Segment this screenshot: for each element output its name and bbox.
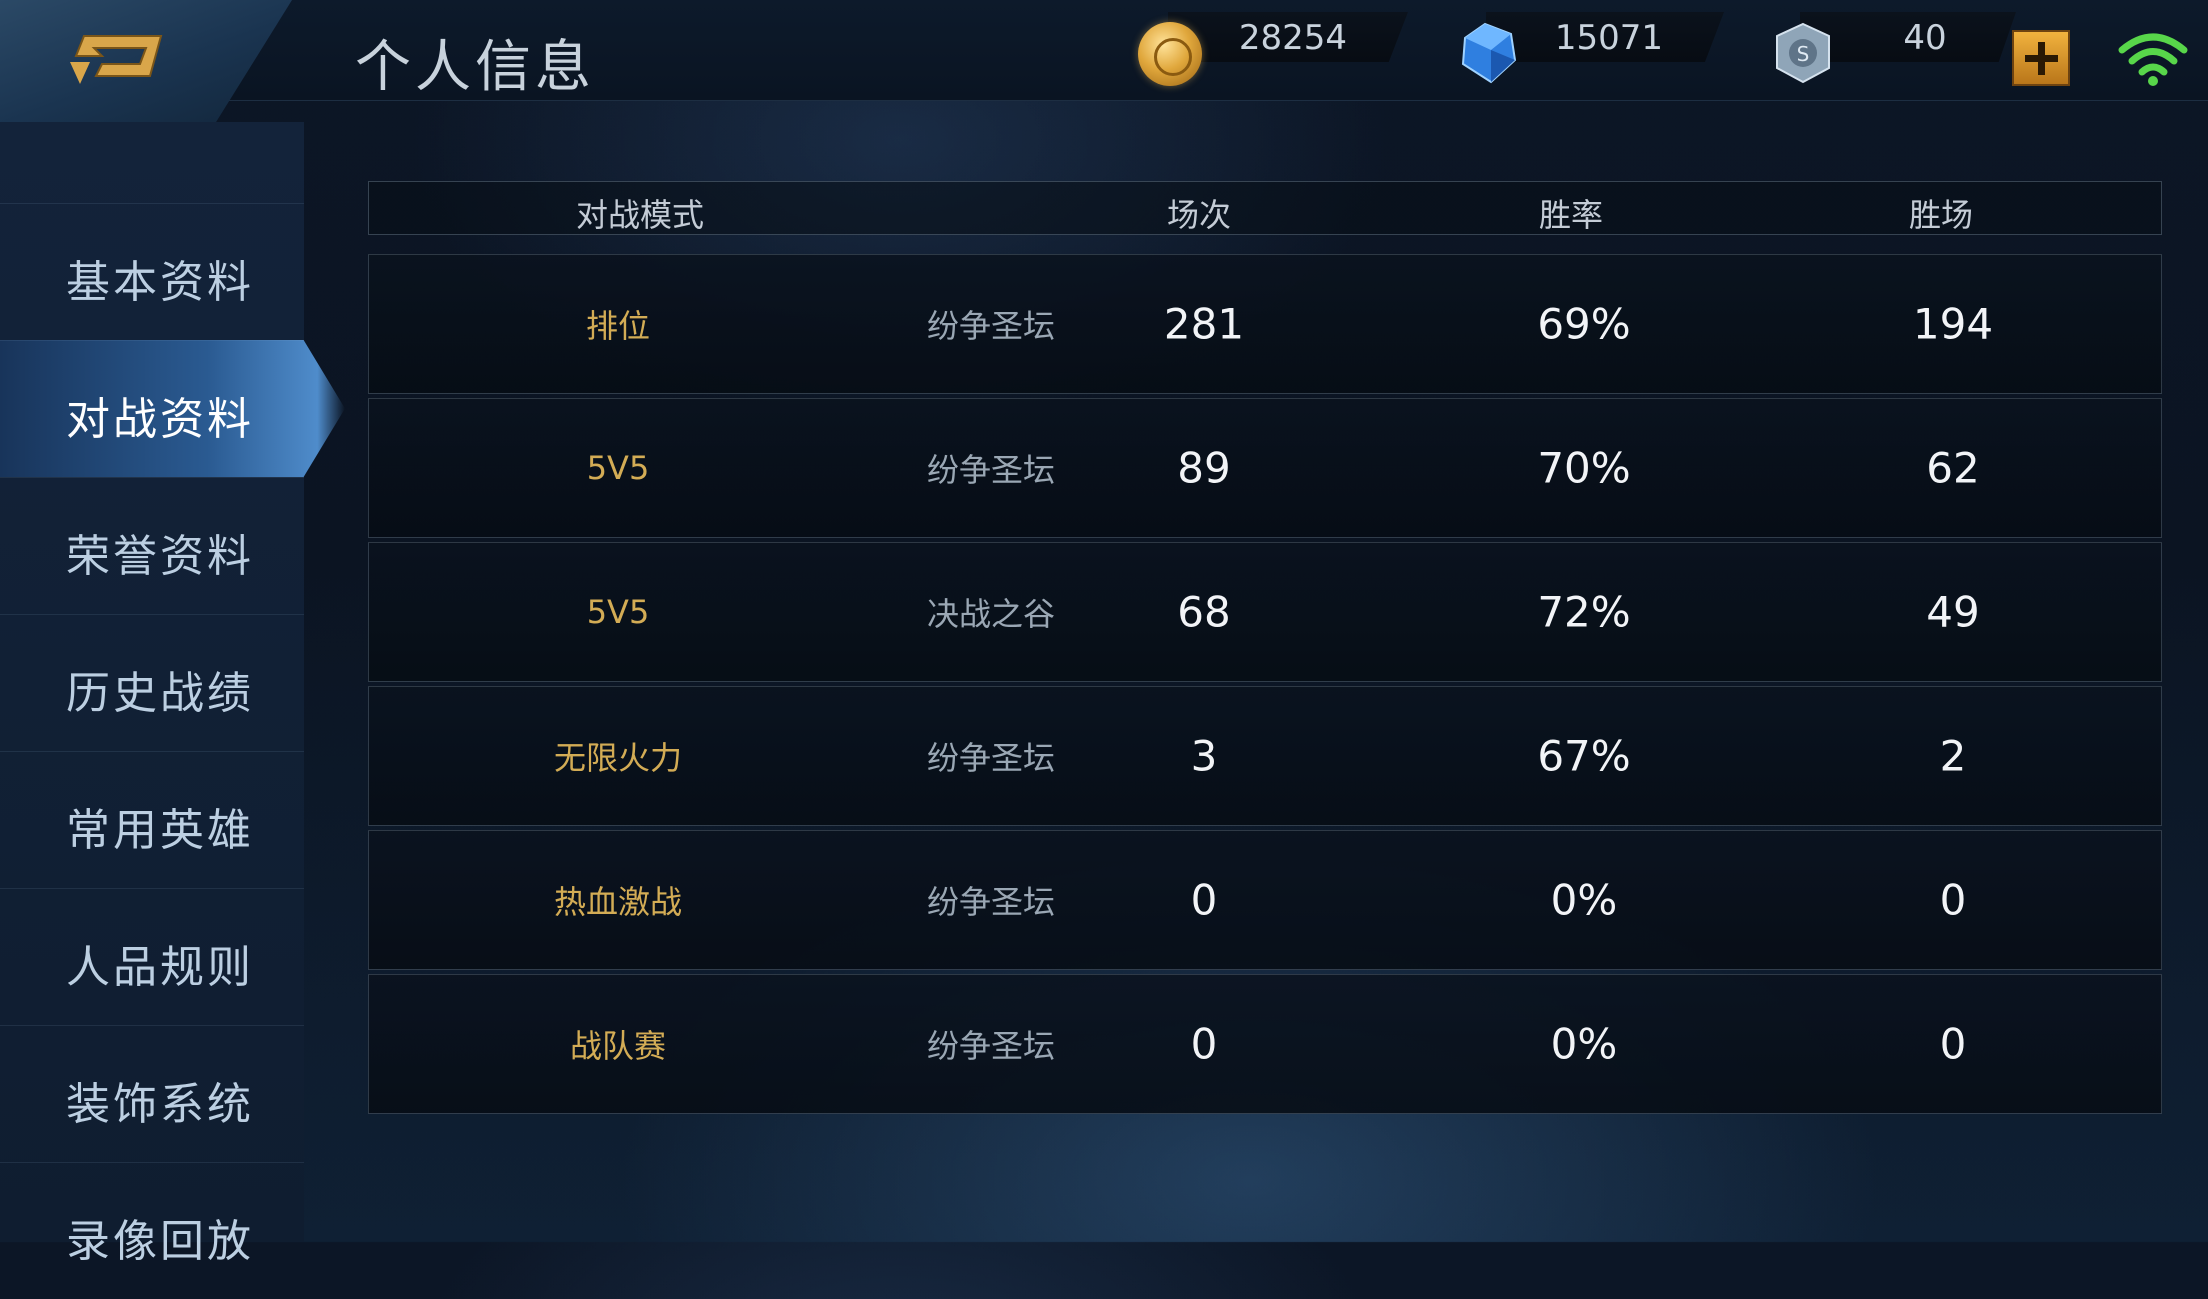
- header-matches: 场次: [1166, 196, 1232, 234]
- row-mode: 热血激战: [553, 883, 683, 921]
- header-wins: 胜场: [1908, 196, 1974, 234]
- row-map: 纷争圣坛: [926, 451, 1056, 489]
- row-mode: 排位: [585, 307, 651, 345]
- table-row: 排位 纷争圣坛 281 69% 194: [368, 254, 2162, 394]
- header-mode: 对战模式: [575, 196, 705, 234]
- row-mode: 5V5: [586, 449, 650, 487]
- svg-text:S: S: [1797, 42, 1810, 66]
- sidebar-item-common-heroes[interactable]: 常用英雄: [0, 751, 304, 888]
- table-header: 对战模式 场次 胜率 胜场: [368, 181, 2162, 235]
- table-row: 5V5 纷争圣坛 89 70% 62: [368, 398, 2162, 538]
- row-win-rate: 67%: [1537, 731, 1631, 781]
- row-win-rate: 72%: [1537, 587, 1631, 637]
- wifi-icon: [2118, 33, 2188, 86]
- sidebar-item-label: 常用英雄: [66, 805, 254, 856]
- gold-coin-icon: [1138, 22, 1202, 86]
- sidebar-item-label: 历史战绩: [66, 668, 254, 719]
- row-map: 决战之谷: [926, 595, 1056, 633]
- header-win-rate: 胜率: [1538, 196, 1604, 234]
- row-matches: 3: [1190, 731, 1218, 781]
- sidebar-item-label: 对战资料: [66, 394, 254, 445]
- coin-balance: 28254: [1238, 18, 1348, 58]
- sidebar-item-label: 人品规则: [66, 942, 254, 993]
- sidebar-item-credit-rules[interactable]: 人品规则: [0, 888, 304, 1025]
- sidebar-item-label: 荣誉资料: [66, 531, 254, 582]
- row-matches: 68: [1177, 587, 1231, 637]
- row-map: 纷争圣坛: [926, 1027, 1056, 1065]
- row-wins: 0: [1939, 875, 1967, 925]
- row-wins: 0: [1939, 1019, 1967, 1069]
- sidebar-item-label: 录像回放: [66, 1216, 254, 1267]
- row-win-rate: 0%: [1550, 875, 1618, 925]
- sidebar-item-decoration[interactable]: 装饰系统: [0, 1025, 304, 1162]
- silver-token-icon: S: [1776, 22, 1830, 84]
- diamond-icon: [1461, 22, 1517, 84]
- table-row: 无限火力 纷争圣坛 3 67% 2: [368, 686, 2162, 826]
- sidebar-item-history[interactable]: 历史战绩: [0, 614, 304, 751]
- row-win-rate: 69%: [1537, 299, 1631, 349]
- table-row: 热血激战 纷争圣坛 0 0% 0: [368, 830, 2162, 970]
- row-map: 纷争圣坛: [926, 739, 1056, 777]
- sidebar-item-honor-data[interactable]: 荣誉资料: [0, 477, 304, 614]
- row-matches: 0: [1190, 1019, 1218, 1069]
- table-row: 战队赛 纷争圣坛 0 0% 0: [368, 974, 2162, 1114]
- back-arrow-icon: [70, 35, 163, 84]
- row-matches: 281: [1163, 299, 1245, 349]
- row-mode: 战队赛: [569, 1027, 667, 1065]
- row-wins: 2: [1939, 731, 1967, 781]
- row-wins: 194: [1912, 299, 1994, 349]
- row-win-rate: 0%: [1550, 1019, 1618, 1069]
- add-currency-button[interactable]: [2012, 30, 2070, 86]
- page-title: 个人信息: [355, 35, 595, 100]
- row-mode: 无限火力: [553, 739, 683, 777]
- row-map: 纷争圣坛: [926, 883, 1056, 921]
- row-win-rate: 70%: [1537, 443, 1631, 493]
- sidebar-item-battle-data[interactable]: 对战资料: [0, 340, 345, 477]
- row-matches: 0: [1190, 875, 1218, 925]
- table-row: 5V5 决战之谷 68 72% 49: [368, 542, 2162, 682]
- row-wins: 62: [1926, 443, 1980, 493]
- diamond-balance: 15071: [1554, 18, 1664, 58]
- sidebar-item-replay[interactable]: 录像回放: [0, 1162, 304, 1299]
- sidebar-item-label: 基本资料: [66, 257, 254, 308]
- row-wins: 49: [1926, 587, 1980, 637]
- row-mode: 5V5: [586, 593, 650, 631]
- back-button[interactable]: [0, 0, 292, 122]
- row-matches: 89: [1177, 443, 1231, 493]
- row-map: 纷争圣坛: [926, 307, 1056, 345]
- token-balance: 40: [1903, 18, 1947, 58]
- sidebar-item-basic-info[interactable]: 基本资料: [0, 203, 304, 340]
- sidebar-item-label: 装饰系统: [66, 1079, 254, 1130]
